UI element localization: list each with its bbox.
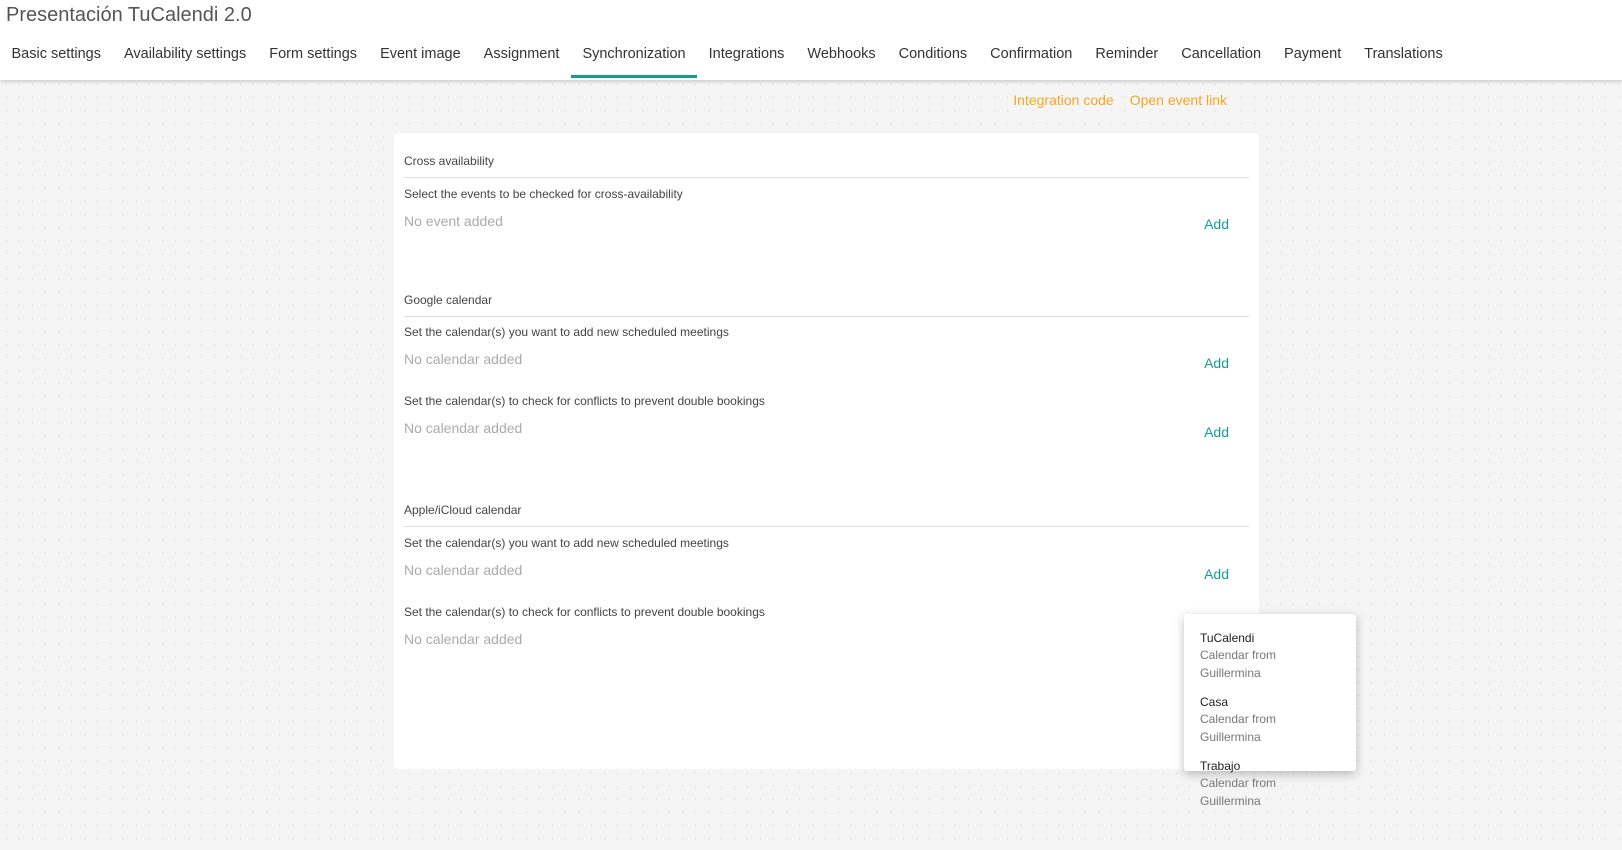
apple-check-label: Set the calendar(s) to check for conflic… [404, 605, 765, 619]
menu-item-name: Trabajo [1200, 759, 1241, 773]
open-event-link[interactable]: Open event link [1130, 92, 1227, 108]
tab-cancellation[interactable]: Cancellation [1170, 38, 1273, 80]
integration-code-link[interactable]: Integration code [1013, 92, 1113, 108]
google-add-label: Set the calendar(s) you want to add new … [404, 325, 729, 339]
tab-translations[interactable]: Translations [1353, 38, 1454, 80]
tab-availability-settings[interactable]: Availability settings [112, 38, 257, 80]
tab-basic-settings[interactable]: Basic settings [0, 38, 112, 80]
tab-conditions[interactable]: Conditions [887, 38, 979, 80]
apple-calendar-heading: Apple/iCloud calendar [404, 503, 1249, 527]
google-check-label: Set the calendar(s) to check for conflic… [404, 394, 765, 408]
tab-assignment[interactable]: Assignment [472, 38, 571, 80]
google-check-add-button[interactable]: Add [1204, 424, 1229, 440]
tab-confirmation[interactable]: Confirmation [979, 38, 1084, 80]
cross-availability-add-button[interactable]: Add [1204, 216, 1229, 232]
tab-form-settings[interactable]: Form settings [258, 38, 369, 80]
sync-card: Cross availability Select the events to … [394, 133, 1259, 769]
apple-add-button[interactable]: Add [1204, 566, 1229, 582]
calendar-dropdown-menu: TuCalendi Calendar from Guillermina Casa… [1184, 614, 1356, 808]
menu-item-casa[interactable]: Casa Calendar from Guillermina [1200, 694, 1340, 746]
google-add-empty: No calendar added [404, 351, 523, 367]
google-add-button[interactable]: Add [1204, 355, 1229, 371]
menu-item-sub: Calendar from Guillermina [1200, 648, 1277, 680]
tab-event-image[interactable]: Event image [369, 38, 473, 80]
menu-item-name: TuCalendi [1200, 631, 1255, 645]
menu-item-name: Casa [1200, 695, 1229, 709]
apple-add-label: Set the calendar(s) you want to add new … [404, 536, 729, 550]
menu-item-sub: Calendar from Guillermina [1200, 776, 1277, 808]
google-calendar-heading: Google calendar [404, 293, 1249, 317]
tab-webhooks[interactable]: Webhooks [796, 38, 887, 80]
google-check-empty: No calendar added [404, 420, 523, 436]
tab-integrations[interactable]: Integrations [697, 38, 796, 80]
apple-add-empty: No calendar added [404, 562, 523, 578]
menu-item-sub: Calendar from Guillermina [1200, 712, 1277, 744]
top-links: Integration code Open event link [1013, 92, 1227, 108]
cross-availability-empty: No event added [404, 213, 503, 229]
tab-synchronization[interactable]: Synchronization [570, 38, 698, 80]
cross-availability-heading: Cross availability [404, 154, 1249, 178]
tab-reminder[interactable]: Reminder [1084, 38, 1170, 80]
header: Presentación TuCalendi 2.0 Basic setting… [0, 0, 1622, 80]
tab-payment[interactable]: Payment [1273, 38, 1353, 80]
page-title: Presentación TuCalendi 2.0 [6, 4, 252, 26]
cross-availability-label: Select the events to be checked for cros… [404, 187, 683, 201]
menu-item-tucalendi[interactable]: TuCalendi Calendar from Guillermina [1200, 630, 1340, 682]
apple-check-empty: No calendar added [404, 631, 523, 647]
menu-item-trabajo[interactable]: Trabajo Calendar from Guillermina [1200, 758, 1340, 810]
tab-bar: Basic settings Availability settings For… [0, 38, 1454, 80]
